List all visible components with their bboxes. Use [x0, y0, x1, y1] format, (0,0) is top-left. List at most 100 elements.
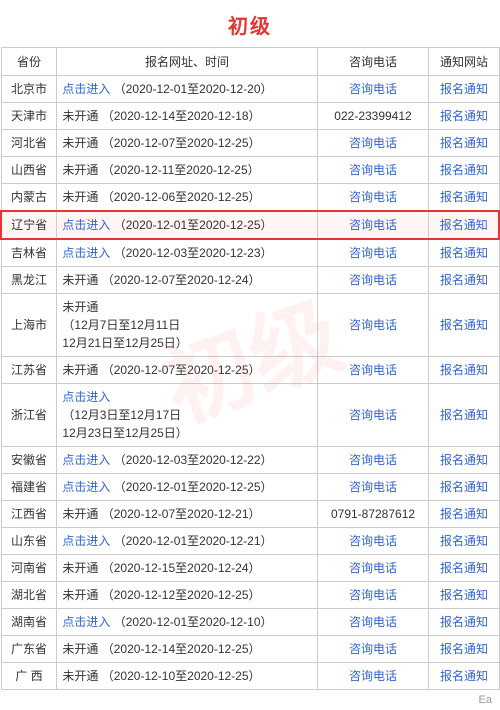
- register-link[interactable]: 点击进入: [62, 453, 110, 467]
- notify-link[interactable]: 报名通知: [440, 363, 488, 377]
- notify-link[interactable]: 报名通知: [440, 136, 488, 150]
- phone-link[interactable]: 咨询电话: [349, 615, 397, 629]
- notify-cell[interactable]: 报名通知: [429, 528, 499, 555]
- phone-link[interactable]: 咨询电话: [349, 218, 397, 232]
- notify-cell[interactable]: 报名通知: [429, 239, 499, 267]
- phone-cell[interactable]: 咨询电话: [317, 357, 429, 384]
- phone-cell[interactable]: 咨询电话: [317, 663, 429, 690]
- notify-cell[interactable]: 报名通知: [429, 294, 499, 357]
- register-cell[interactable]: 点击进入 （2020-12-01至2020-12-25）: [57, 211, 317, 239]
- phone-cell[interactable]: 咨询电话: [317, 294, 429, 357]
- register-cell: 未开通 （2020-12-07至2020-12-24）: [57, 267, 317, 294]
- phone-cell[interactable]: 咨询电话: [317, 447, 429, 474]
- notify-cell[interactable]: 报名通知: [429, 103, 499, 130]
- phone-link[interactable]: 咨询电话: [349, 561, 397, 575]
- phone-link[interactable]: 咨询电话: [349, 363, 397, 377]
- phone-cell[interactable]: 咨询电话: [317, 555, 429, 582]
- notify-cell[interactable]: 报名通知: [429, 157, 499, 184]
- notify-link[interactable]: 报名通知: [440, 642, 488, 656]
- notify-cell[interactable]: 报名通知: [429, 636, 499, 663]
- notify-link[interactable]: 报名通知: [440, 453, 488, 467]
- notify-cell[interactable]: 报名通知: [429, 582, 499, 609]
- phone-link[interactable]: 咨询电话: [349, 480, 397, 494]
- phone-link[interactable]: 咨询电话: [349, 273, 397, 287]
- phone-cell[interactable]: 咨询电话: [317, 474, 429, 501]
- notify-link[interactable]: 报名通知: [440, 669, 488, 683]
- notify-link[interactable]: 报名通知: [440, 615, 488, 629]
- register-status: 未开通: [62, 190, 98, 204]
- notify-link[interactable]: 报名通知: [440, 109, 488, 123]
- notify-link[interactable]: 报名通知: [440, 408, 488, 422]
- register-cell: 未开通 （2020-12-10至2020-12-25）: [57, 663, 317, 690]
- register-cell[interactable]: 点击进入 （2020-12-01至2020-12-20）: [57, 76, 317, 103]
- register-link[interactable]: 点击进入: [62, 390, 110, 404]
- phone-cell[interactable]: 咨询电话: [317, 636, 429, 663]
- phone-cell[interactable]: 咨询电话: [317, 184, 429, 212]
- register-link[interactable]: 点击进入: [62, 218, 110, 232]
- register-status: 未开通: [62, 300, 98, 314]
- phone-cell[interactable]: 咨询电话: [317, 130, 429, 157]
- register-link[interactable]: 点击进入: [62, 82, 110, 96]
- phone-cell[interactable]: 咨询电话: [317, 609, 429, 636]
- notify-cell[interactable]: 报名通知: [429, 357, 499, 384]
- notify-cell[interactable]: 报名通知: [429, 130, 499, 157]
- notify-link[interactable]: 报名通知: [440, 190, 488, 204]
- notify-cell[interactable]: 报名通知: [429, 609, 499, 636]
- phone-link[interactable]: 咨询电话: [349, 642, 397, 656]
- phone-cell[interactable]: 咨询电话: [317, 582, 429, 609]
- register-cell[interactable]: 点击进入 （2020-12-03至2020-12-22）: [57, 447, 317, 474]
- phone-link[interactable]: 咨询电话: [349, 136, 397, 150]
- register-link[interactable]: 点击进入: [62, 480, 110, 494]
- notify-cell[interactable]: 报名通知: [429, 267, 499, 294]
- notify-link[interactable]: 报名通知: [440, 480, 488, 494]
- notify-link[interactable]: 报名通知: [440, 163, 488, 177]
- notify-cell[interactable]: 报名通知: [429, 555, 499, 582]
- notify-link[interactable]: 报名通知: [440, 318, 488, 332]
- phone-link[interactable]: 咨询电话: [349, 163, 397, 177]
- phone-link[interactable]: 咨询电话: [349, 669, 397, 683]
- register-link[interactable]: 点击进入: [62, 534, 110, 548]
- notify-link[interactable]: 报名通知: [440, 507, 488, 521]
- register-link[interactable]: 点击进入: [62, 615, 110, 629]
- phone-link[interactable]: 咨询电话: [349, 534, 397, 548]
- notify-cell[interactable]: 报名通知: [429, 211, 499, 239]
- notify-link[interactable]: 报名通知: [440, 588, 488, 602]
- phone-link[interactable]: 咨询电话: [349, 408, 397, 422]
- notify-link[interactable]: 报名通知: [440, 218, 488, 232]
- phone-link[interactable]: 咨询电话: [349, 246, 397, 260]
- phone-cell[interactable]: 咨询电话: [317, 157, 429, 184]
- notify-link[interactable]: 报名通知: [440, 82, 488, 96]
- notify-cell[interactable]: 报名通知: [429, 184, 499, 212]
- phone-cell[interactable]: 咨询电话: [317, 211, 429, 239]
- table-header-row: 省份 报名网址、时间 咨询电话 通知网站: [1, 48, 499, 76]
- phone-link[interactable]: 咨询电话: [349, 82, 397, 96]
- register-cell[interactable]: 点击进入 （2020-12-03至2020-12-23）: [57, 239, 317, 267]
- phone-cell[interactable]: 咨询电话: [317, 76, 429, 103]
- register-cell[interactable]: 点击进入 （2020-12-01至2020-12-10）: [57, 609, 317, 636]
- phone-link[interactable]: 咨询电话: [349, 588, 397, 602]
- register-link[interactable]: 点击进入: [62, 246, 110, 260]
- notify-cell[interactable]: 报名通知: [429, 501, 499, 528]
- phone-cell: 022-23399412: [317, 103, 429, 130]
- notify-cell[interactable]: 报名通知: [429, 447, 499, 474]
- notify-cell[interactable]: 报名通知: [429, 76, 499, 103]
- register-cell[interactable]: 点击进入 （2020-12-01至2020-12-25）: [57, 474, 317, 501]
- register-cell[interactable]: 点击进入（12月3日至12月17日12月23日至12月25日）: [57, 384, 317, 447]
- notify-cell[interactable]: 报名通知: [429, 384, 499, 447]
- province-cell: 山东省: [1, 528, 57, 555]
- register-cell[interactable]: 点击进入 （2020-12-01至2020-12-21）: [57, 528, 317, 555]
- notify-link[interactable]: 报名通知: [440, 273, 488, 287]
- phone-cell[interactable]: 咨询电话: [317, 239, 429, 267]
- table-row: 上海市未开通（12月7日至12月11日12月21日至12月25日）咨询电话报名通…: [1, 294, 499, 357]
- notify-cell[interactable]: 报名通知: [429, 663, 499, 690]
- phone-link[interactable]: 咨询电话: [349, 318, 397, 332]
- notify-link[interactable]: 报名通知: [440, 534, 488, 548]
- notify-cell[interactable]: 报名通知: [429, 474, 499, 501]
- phone-link[interactable]: 咨询电话: [349, 453, 397, 467]
- phone-cell[interactable]: 咨询电话: [317, 384, 429, 447]
- notify-link[interactable]: 报名通知: [440, 246, 488, 260]
- phone-link[interactable]: 咨询电话: [349, 190, 397, 204]
- phone-cell[interactable]: 咨询电话: [317, 528, 429, 555]
- phone-cell[interactable]: 咨询电话: [317, 267, 429, 294]
- notify-link[interactable]: 报名通知: [440, 561, 488, 575]
